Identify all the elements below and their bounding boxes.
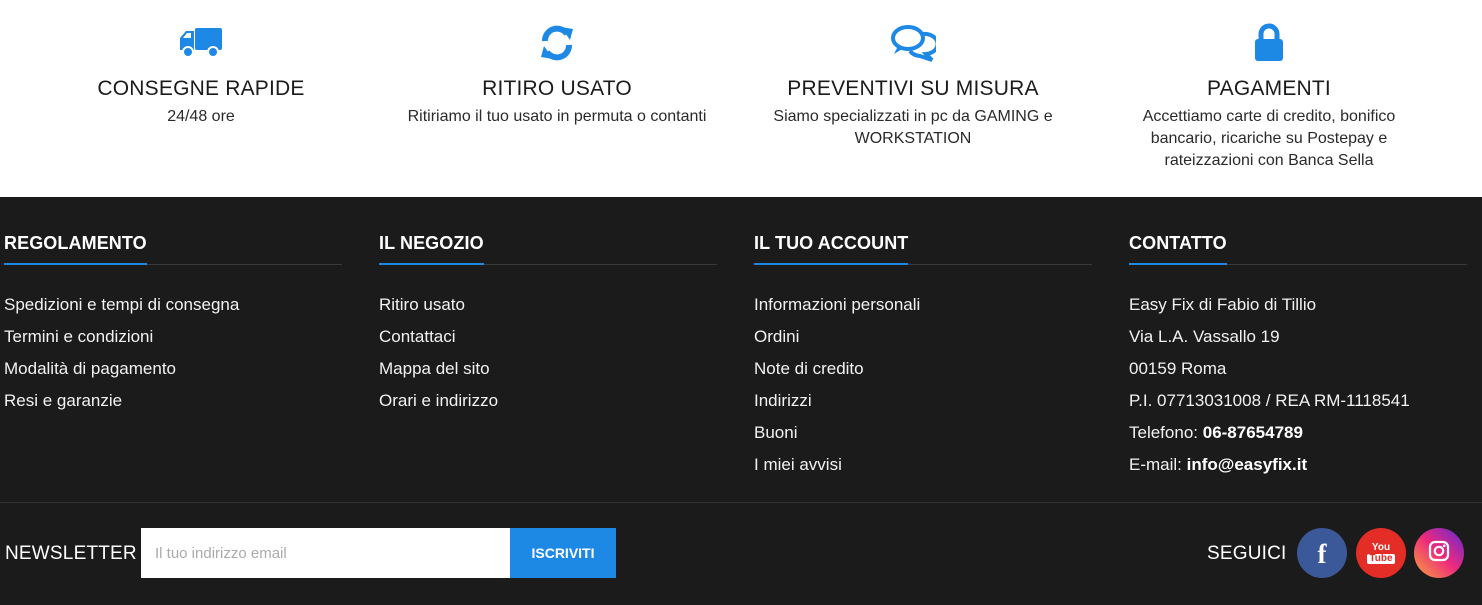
footer-link-alerts[interactable]: I miei avvisi: [754, 449, 1092, 481]
instagram-button[interactable]: [1414, 528, 1464, 578]
lock-icon: [1246, 22, 1292, 64]
column-heading-text: IL TUO ACCOUNT: [754, 229, 909, 265]
contact-email-link[interactable]: info@easyfix.it: [1187, 455, 1308, 474]
newsletter-label: NEWSLETTER: [5, 543, 137, 564]
column-heading: IL NEGOZIO: [379, 229, 717, 265]
feature-description: Siamo specializzati in pc da GAMING e WO…: [773, 108, 1053, 147]
link-list: Informazioni personali Ordini Note di cr…: [754, 289, 1092, 481]
facebook-icon: f: [1317, 538, 1327, 569]
contact-city: 00159 Roma: [1129, 359, 1227, 378]
refresh-icon: [534, 22, 580, 64]
contact-email-row: E-mail: info@easyfix.it: [1129, 449, 1467, 481]
feature-description: 24/48 ore: [167, 108, 235, 125]
contact-phone-link[interactable]: 06-87654789: [1203, 423, 1303, 442]
feature-description: Accettiamo carte di credito, bonifico ba…: [1142, 108, 1396, 169]
column-heading: IL TUO ACCOUNT: [754, 229, 1092, 265]
truck-icon: [178, 22, 224, 64]
contact-list: Easy Fix di Fabio di Tillio Via L.A. Vas…: [1129, 289, 1467, 481]
footer-link-credit-notes[interactable]: Note di credito: [754, 353, 1092, 385]
footer-divider: [0, 502, 1482, 503]
footer-link-contact[interactable]: Contattaci: [379, 321, 717, 353]
youtube-icon: You Tube: [1367, 541, 1395, 564]
feature-title: CONSEGNE RAPIDE: [97, 77, 305, 100]
footer-link-payment-methods[interactable]: Modalità di pagamento: [4, 353, 342, 385]
footer-column-regolamento: REGOLAMENTO Spedizioni e tempi di conseg…: [4, 229, 342, 417]
link-list: Ritiro usato Contattaci Mappa del sito O…: [379, 289, 717, 417]
feature-title: PREVENTIVI SU MISURA: [787, 77, 1039, 100]
contact-phone-row: Telefono: 06-87654789: [1129, 417, 1467, 449]
footer-link-used-pickup[interactable]: Ritiro usato: [379, 289, 717, 321]
column-heading: CONTATTO: [1129, 229, 1467, 265]
column-heading-text: REGOLAMENTO: [4, 229, 147, 265]
contact-vat: P.I. 07713031008 / REA RM-1118541: [1129, 391, 1410, 410]
column-heading-text: CONTATTO: [1129, 229, 1227, 265]
footer-link-hours[interactable]: Orari e indirizzo: [379, 385, 717, 417]
footer-column-contatto: CONTATTO Easy Fix di Fabio di Tillio Via…: [1129, 229, 1467, 481]
footer-column-account: IL TUO ACCOUNT Informazioni personali Or…: [754, 229, 1092, 481]
link-list: Spedizioni e tempi di consegna Termini e…: [4, 289, 342, 417]
footer-link-terms[interactable]: Termini e condizioni: [4, 321, 342, 353]
contact-street: Via L.A. Vassallo 19: [1129, 327, 1280, 346]
feature-description: Ritiriamo il tuo usato in permuta o cont…: [407, 108, 707, 125]
footer-link-vouchers[interactable]: Buoni: [754, 417, 1092, 449]
footer-link-sitemap[interactable]: Mappa del sito: [379, 353, 717, 385]
features-strip: CONSEGNE RAPIDE 24/48 ore RITIRO USATO R…: [0, 0, 1482, 197]
youtube-icon-tube: Tube: [1367, 552, 1395, 564]
footer-link-addresses[interactable]: Indirizzi: [754, 385, 1092, 417]
facebook-button[interactable]: f: [1297, 528, 1347, 578]
footer-link-orders[interactable]: Ordini: [754, 321, 1092, 353]
column-heading-text: IL NEGOZIO: [379, 229, 484, 265]
newsletter-email-input[interactable]: [141, 528, 510, 578]
feature-title: RITIRO USATO: [482, 77, 632, 100]
footer-link-returns[interactable]: Resi e garanzie: [4, 385, 342, 417]
youtube-icon-you: You: [1371, 541, 1391, 553]
site-footer: REGOLAMENTO Spedizioni e tempi di conseg…: [0, 197, 1482, 605]
footer-column-negozio: IL NEGOZIO Ritiro usato Contattaci Mappa…: [379, 229, 717, 417]
footer-link-shipping[interactable]: Spedizioni e tempi di consegna: [4, 289, 342, 321]
newsletter-subscribe-button[interactable]: ISCRIVITI: [510, 528, 616, 578]
chat-bubbles-icon: [890, 22, 936, 64]
contact-company: Easy Fix di Fabio di Tillio: [1129, 295, 1317, 314]
contact-email-label: E-mail:: [1129, 455, 1187, 474]
follow-us-label: SEGUICI: [1207, 543, 1287, 564]
instagram-icon: [1428, 540, 1450, 567]
footer-link-personal-info[interactable]: Informazioni personali: [754, 289, 1092, 321]
contact-phone-label: Telefono:: [1129, 423, 1203, 442]
column-heading: REGOLAMENTO: [4, 229, 342, 265]
feature-title: PAGAMENTI: [1207, 77, 1331, 100]
youtube-button[interactable]: You Tube: [1356, 528, 1406, 578]
